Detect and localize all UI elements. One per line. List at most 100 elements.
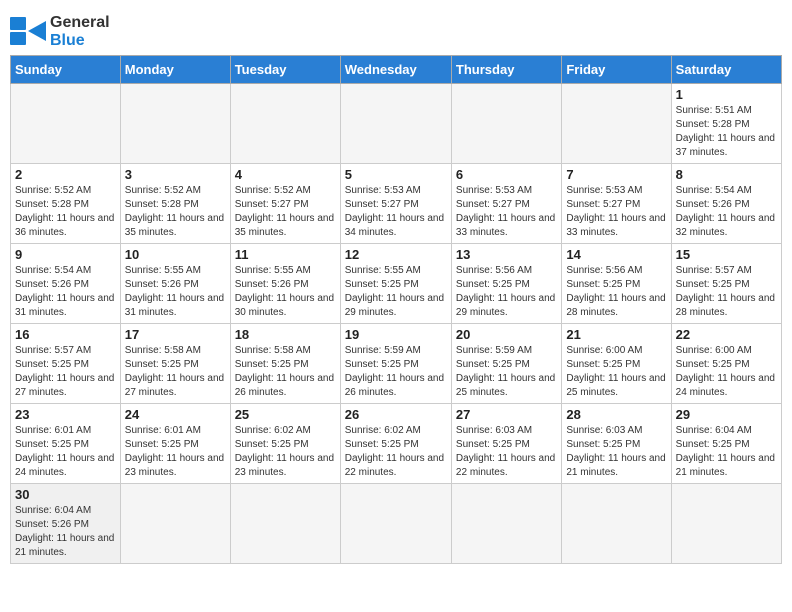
- day-number: 14: [566, 247, 666, 262]
- weekday-header-monday: Monday: [120, 56, 230, 84]
- calendar-cell: 24 Sunrise: 6:01 AM Sunset: 5:25 PM Dayli…: [120, 404, 230, 484]
- calendar-cell: 11 Sunrise: 5:55 AM Sunset: 5:26 PM Dayli…: [230, 244, 340, 324]
- day-number: 12: [345, 247, 447, 262]
- calendar-cell: 14 Sunrise: 5:56 AM Sunset: 5:25 PM Dayli…: [562, 244, 671, 324]
- day-info: Sunrise: 5:52 AM Sunset: 5:27 PM Dayligh…: [235, 184, 336, 240]
- day-info: Sunrise: 6:02 AM Sunset: 5:25 PM Dayligh…: [345, 424, 447, 480]
- day-info: Sunrise: 5:53 AM Sunset: 5:27 PM Dayligh…: [456, 184, 557, 240]
- calendar-cell: [340, 484, 451, 564]
- calendar-cell: [340, 84, 451, 164]
- calendar-cell: 16 Sunrise: 5:57 AM Sunset: 5:25 PM Dayli…: [11, 324, 121, 404]
- day-number: 7: [566, 167, 666, 182]
- calendar-cell: 29Sunrise: 6:04 AM Sunset: 5:25 PM Dayli…: [671, 404, 781, 484]
- calendar-week-row: 1 Sunrise: 5:51 AM Sunset: 5:28 PM Daylig…: [11, 84, 782, 164]
- day-info: Sunrise: 5:54 AM Sunset: 5:26 PM Dayligh…: [15, 264, 116, 320]
- day-number: 28: [566, 407, 666, 422]
- calendar-cell: 2Sunrise: 5:52 AM Sunset: 5:28 PM Daylig…: [11, 164, 121, 244]
- calendar-cell: [120, 484, 230, 564]
- day-info: Sunrise: 5:55 AM Sunset: 5:26 PM Dayligh…: [125, 264, 226, 320]
- day-info: Sunrise: 5:55 AM Sunset: 5:25 PM Dayligh…: [345, 264, 447, 320]
- day-number: 24: [125, 407, 226, 422]
- day-number: 19: [345, 327, 447, 342]
- calendar-cell: 22 Sunrise: 6:00 AM Sunset: 5:25 PM Dayli…: [671, 324, 781, 404]
- day-number: 4: [235, 167, 336, 182]
- day-info: Sunrise: 6:01 AM Sunset: 5:25 PM Dayligh…: [15, 424, 116, 480]
- day-info: Sunrise: 5:51 AM Sunset: 5:28 PM Dayligh…: [676, 104, 777, 160]
- day-info: Sunrise: 6:03 AM Sunset: 5:25 PM Dayligh…: [566, 424, 666, 480]
- day-number: 1: [676, 87, 777, 102]
- day-number: 17: [125, 327, 226, 342]
- day-info: Sunrise: 5:58 AM Sunset: 5:25 PM Dayligh…: [235, 344, 336, 400]
- day-info: Sunrise: 5:52 AM Sunset: 5:28 PM Dayligh…: [15, 184, 116, 240]
- calendar-cell: 26 Sunrise: 6:02 AM Sunset: 5:25 PM Dayli…: [340, 404, 451, 484]
- day-number: 9: [15, 247, 116, 262]
- day-info: Sunrise: 5:58 AM Sunset: 5:25 PM Dayligh…: [125, 344, 226, 400]
- calendar-cell: [562, 484, 671, 564]
- logo-text: General Blue: [50, 14, 110, 49]
- day-info: Sunrise: 5:53 AM Sunset: 5:27 PM Dayligh…: [566, 184, 666, 240]
- day-info: Sunrise: 5:52 AM Sunset: 5:28 PM Dayligh…: [125, 184, 226, 240]
- calendar-week-row: 16 Sunrise: 5:57 AM Sunset: 5:25 PM Dayli…: [11, 324, 782, 404]
- day-info: Sunrise: 5:55 AM Sunset: 5:26 PM Dayligh…: [235, 264, 336, 320]
- calendar-cell: 20Sunrise: 5:59 AM Sunset: 5:25 PM Dayli…: [451, 324, 561, 404]
- calendar-cell: 23Sunrise: 6:01 AM Sunset: 5:25 PM Dayli…: [11, 404, 121, 484]
- day-number: 8: [676, 167, 777, 182]
- day-number: 20: [456, 327, 557, 342]
- day-info: Sunrise: 6:03 AM Sunset: 5:25 PM Dayligh…: [456, 424, 557, 480]
- calendar-table: SundayMondayTuesdayWednesdayThursdayFrid…: [10, 55, 782, 564]
- calendar-cell: 7 Sunrise: 5:53 AM Sunset: 5:27 PM Daylig…: [562, 164, 671, 244]
- calendar-week-row: 9 Sunrise: 5:54 AM Sunset: 5:26 PM Daylig…: [11, 244, 782, 324]
- weekday-header-thursday: Thursday: [451, 56, 561, 84]
- header-row: General Blue: [10, 10, 782, 49]
- day-info: Sunrise: 5:57 AM Sunset: 5:25 PM Dayligh…: [676, 264, 777, 320]
- calendar-cell: 10 Sunrise: 5:55 AM Sunset: 5:26 PM Dayli…: [120, 244, 230, 324]
- weekday-header-sunday: Sunday: [11, 56, 121, 84]
- day-number: 22: [676, 327, 777, 342]
- day-info: Sunrise: 5:59 AM Sunset: 5:25 PM Dayligh…: [345, 344, 447, 400]
- day-info: Sunrise: 5:56 AM Sunset: 5:25 PM Dayligh…: [456, 264, 557, 320]
- weekday-header-row: SundayMondayTuesdayWednesdayThursdayFrid…: [11, 56, 782, 84]
- calendar-cell: 3 Sunrise: 5:52 AM Sunset: 5:28 PM Daylig…: [120, 164, 230, 244]
- calendar-cell: 1 Sunrise: 5:51 AM Sunset: 5:28 PM Daylig…: [671, 84, 781, 164]
- calendar-cell: 25Sunrise: 6:02 AM Sunset: 5:25 PM Dayli…: [230, 404, 340, 484]
- calendar-week-row: 30Sunrise: 6:04 AM Sunset: 5:26 PM Dayli…: [11, 484, 782, 564]
- day-number: 18: [235, 327, 336, 342]
- calendar-cell: [120, 84, 230, 164]
- weekday-header-saturday: Saturday: [671, 56, 781, 84]
- weekday-header-wednesday: Wednesday: [340, 56, 451, 84]
- weekday-header-friday: Friday: [562, 56, 671, 84]
- calendar-cell: 4 Sunrise: 5:52 AM Sunset: 5:27 PM Daylig…: [230, 164, 340, 244]
- day-info: Sunrise: 6:00 AM Sunset: 5:25 PM Dayligh…: [566, 344, 666, 400]
- calendar-cell: [11, 84, 121, 164]
- weekday-header-tuesday: Tuesday: [230, 56, 340, 84]
- day-number: 3: [125, 167, 226, 182]
- day-info: Sunrise: 5:57 AM Sunset: 5:25 PM Dayligh…: [15, 344, 116, 400]
- calendar-cell: 5 Sunrise: 5:53 AM Sunset: 5:27 PM Daylig…: [340, 164, 451, 244]
- day-info: Sunrise: 6:01 AM Sunset: 5:25 PM Dayligh…: [125, 424, 226, 480]
- day-info: Sunrise: 5:54 AM Sunset: 5:26 PM Dayligh…: [676, 184, 777, 240]
- day-info: Sunrise: 5:56 AM Sunset: 5:25 PM Dayligh…: [566, 264, 666, 320]
- calendar-cell: [451, 84, 561, 164]
- day-info: Sunrise: 6:04 AM Sunset: 5:26 PM Dayligh…: [15, 504, 116, 560]
- main-container: General Blue SundayMondayTuesdayWednesda…: [0, 0, 792, 574]
- day-number: 6: [456, 167, 557, 182]
- calendar-cell: 15 Sunrise: 5:57 AM Sunset: 5:25 PM Dayli…: [671, 244, 781, 324]
- calendar-cell: [230, 84, 340, 164]
- day-info: Sunrise: 6:00 AM Sunset: 5:25 PM Dayligh…: [676, 344, 777, 400]
- calendar-week-row: 2Sunrise: 5:52 AM Sunset: 5:28 PM Daylig…: [11, 164, 782, 244]
- day-number: 16: [15, 327, 116, 342]
- day-number: 15: [676, 247, 777, 262]
- day-number: 10: [125, 247, 226, 262]
- day-number: 5: [345, 167, 447, 182]
- calendar-cell: 6 Sunrise: 5:53 AM Sunset: 5:27 PM Daylig…: [451, 164, 561, 244]
- day-info: Sunrise: 6:04 AM Sunset: 5:25 PM Dayligh…: [676, 424, 777, 480]
- calendar-cell: [671, 484, 781, 564]
- day-number: 26: [345, 407, 447, 422]
- calendar-cell: 9 Sunrise: 5:54 AM Sunset: 5:26 PM Daylig…: [11, 244, 121, 324]
- day-number: 13: [456, 247, 557, 262]
- day-number: 11: [235, 247, 336, 262]
- day-number: 25: [235, 407, 336, 422]
- day-info: Sunrise: 5:53 AM Sunset: 5:27 PM Dayligh…: [345, 184, 447, 240]
- calendar-cell: 12 Sunrise: 5:55 AM Sunset: 5:25 PM Dayli…: [340, 244, 451, 324]
- logo-icon: [10, 17, 46, 47]
